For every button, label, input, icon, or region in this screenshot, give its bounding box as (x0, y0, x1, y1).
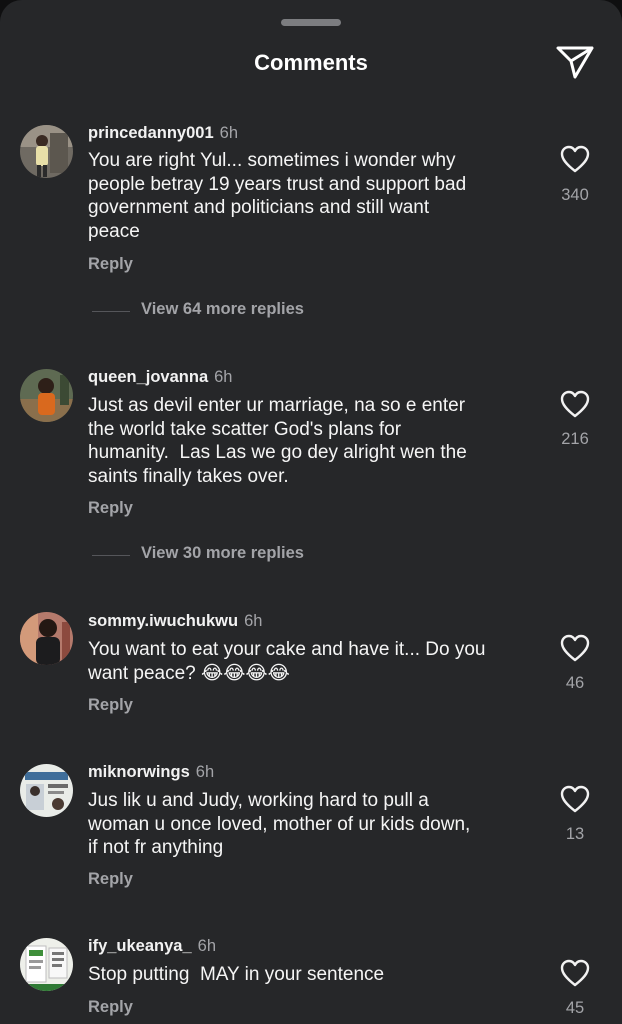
avatar[interactable] (20, 369, 73, 422)
comment-header: miknorwings 6h (88, 763, 214, 782)
like-count: 340 (561, 186, 589, 204)
view-replies-label: View 64 more replies (141, 300, 304, 318)
avatar[interactable] (20, 764, 73, 817)
view-replies-button[interactable]: View 30 more replies (88, 544, 348, 564)
comment-header: princedanny001 6h (88, 124, 238, 143)
like-count: 46 (565, 674, 585, 692)
heart-icon[interactable] (560, 390, 590, 418)
comment-header: queen_jovanna 6h (88, 368, 232, 387)
reply-button[interactable]: Reply (88, 696, 133, 715)
drag-handle[interactable] (281, 19, 341, 26)
reply-button[interactable]: Reply (88, 998, 133, 1017)
avatar[interactable] (20, 125, 73, 178)
comment-header: ify_ukeanya_ 6h (88, 937, 216, 956)
comment-text: You want to eat your cake and have it...… (88, 639, 486, 684)
reply-button[interactable]: Reply (88, 499, 133, 518)
page-title: Comments (254, 50, 368, 75)
reply-button[interactable]: Reply (88, 870, 133, 889)
username[interactable]: queen_jovanna (88, 368, 208, 386)
heart-icon[interactable] (560, 145, 590, 173)
avatar[interactable] (20, 938, 73, 991)
like-count: 45 (565, 999, 585, 1017)
timestamp: 6h (219, 124, 238, 142)
divider (92, 555, 130, 556)
comment-text: Stop putting MAY in your sentence (88, 964, 385, 985)
username[interactable]: sommy.iwuchukwu (88, 612, 238, 630)
view-replies-label: View 30 more replies (141, 544, 304, 562)
comments-sheet: Comments princedanny001 6h You are right … (0, 0, 622, 1024)
comment-text: Jus lik u and Judy, working hard to pull… (88, 790, 471, 858)
view-replies-button[interactable]: View 64 more replies (88, 300, 348, 320)
like-count: 216 (561, 430, 589, 448)
timestamp: 6h (214, 368, 233, 386)
username[interactable]: miknorwings (88, 763, 190, 781)
heart-icon[interactable] (560, 634, 590, 662)
username[interactable]: ify_ukeanya_ (88, 937, 192, 955)
comment-text: You are right Yul... sometimes i wonder … (88, 150, 467, 242)
send-icon[interactable] (555, 44, 595, 80)
divider (92, 311, 130, 312)
heart-icon[interactable] (560, 959, 590, 987)
timestamp: 6h (244, 612, 263, 630)
comment-header: sommy.iwuchukwu 6h (88, 612, 262, 631)
timestamp: 6h (197, 937, 217, 955)
timestamp: 6h (195, 763, 215, 781)
like-count: 13 (565, 825, 585, 843)
comment-text: Just as devil enter ur marriage, na so e… (88, 395, 467, 487)
heart-icon[interactable] (560, 785, 590, 813)
avatar[interactable] (20, 612, 73, 665)
username[interactable]: princedanny001 (88, 124, 214, 142)
reply-button[interactable]: Reply (88, 255, 133, 274)
